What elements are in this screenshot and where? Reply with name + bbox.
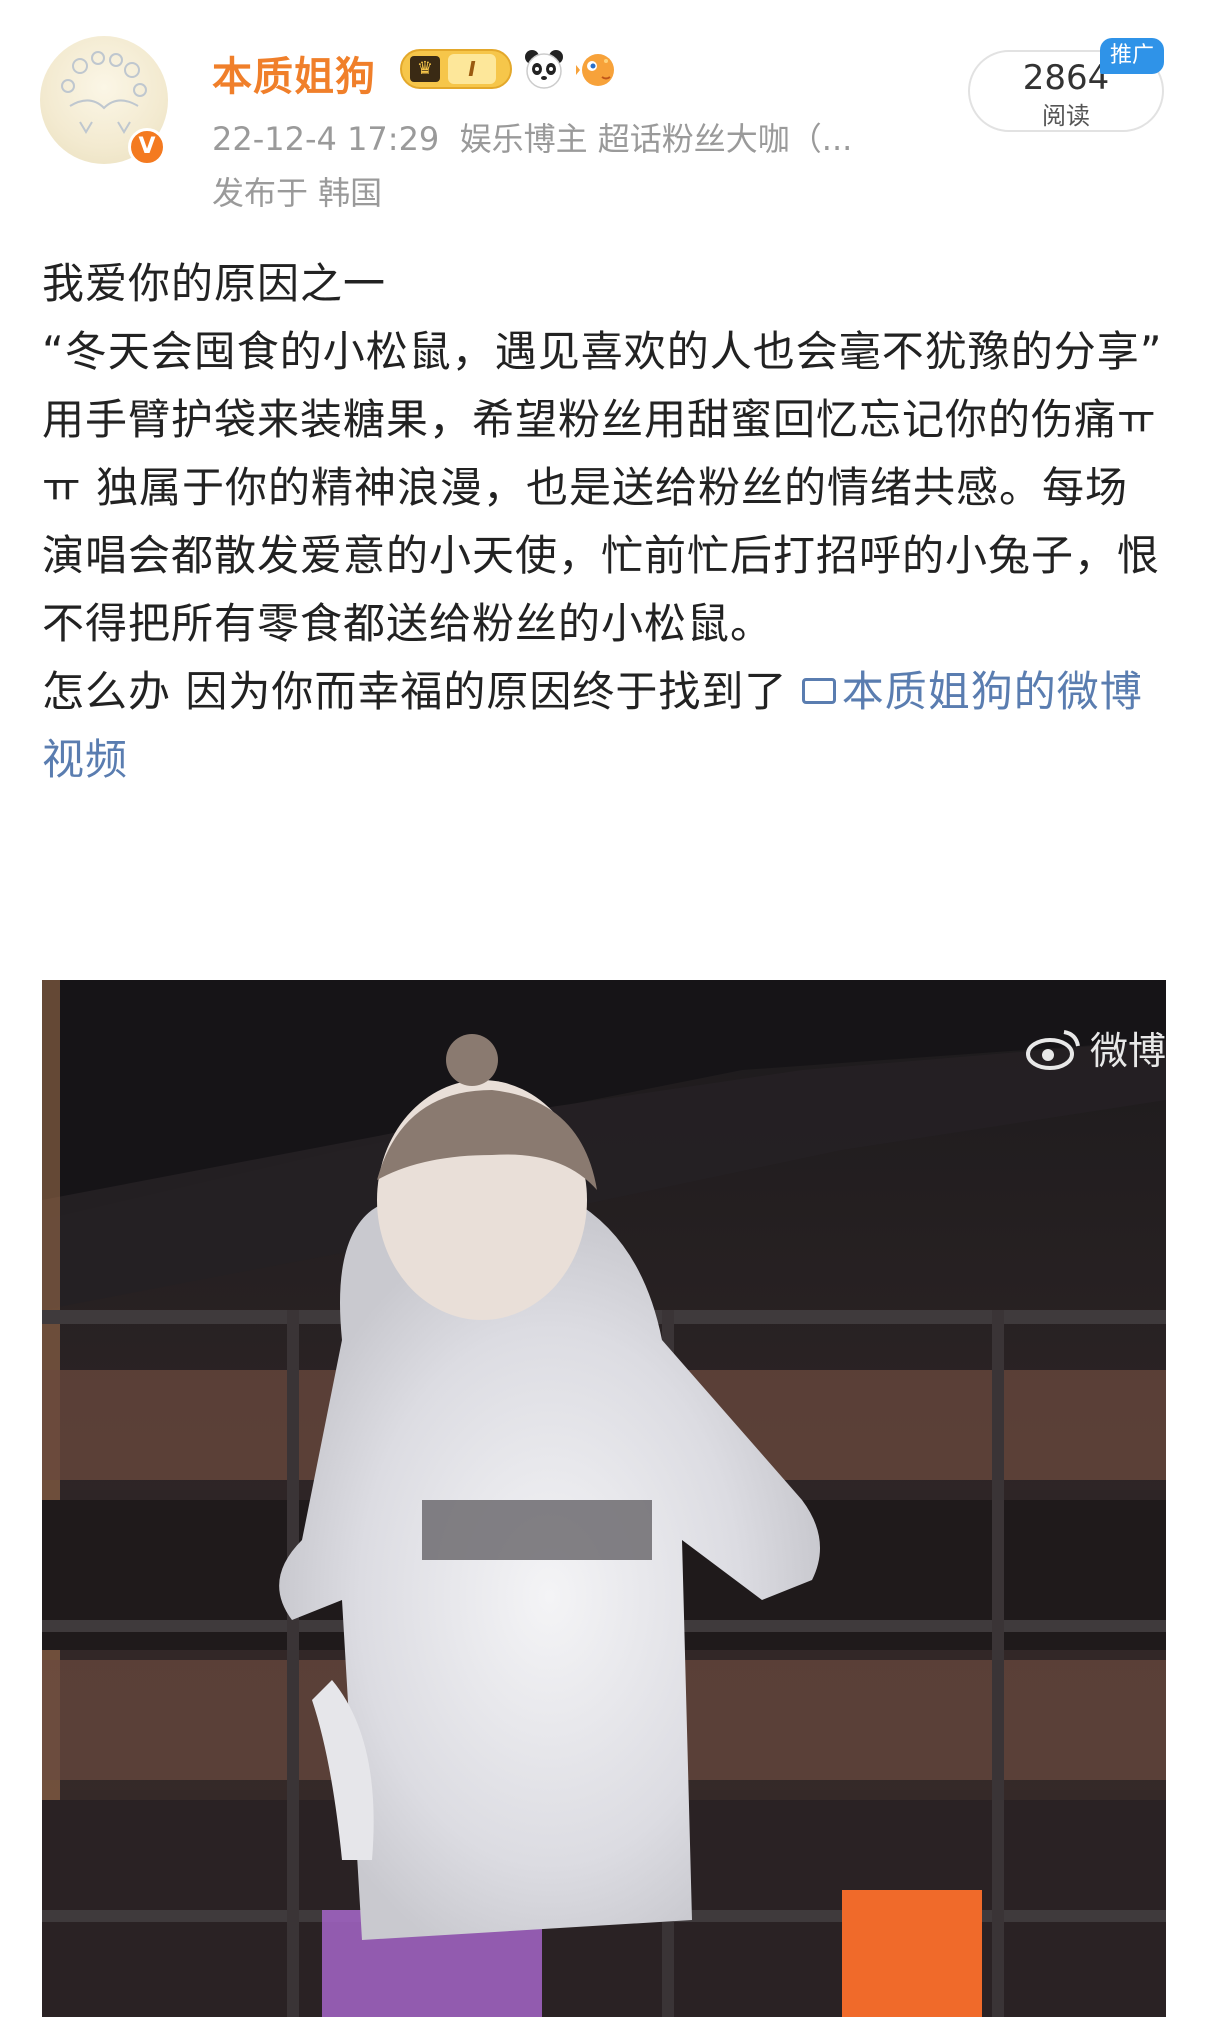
post-text-line: 我爱你的原因之一 xyxy=(42,259,387,308)
read-label: 阅读 xyxy=(1042,102,1090,130)
vip-level-text: I xyxy=(448,54,496,84)
watermark-text: 微博 xyxy=(1089,1029,1166,1073)
promote-button[interactable]: 推广 xyxy=(1100,38,1164,74)
post-text-body: 用手臂护袋来装糖果，希望粉丝用甜蜜回忆忘记你的伤痛ㅠㅠ 独属于你的精神浪漫，也是… xyxy=(42,395,1161,648)
weibo-watermark: 微博 xyxy=(1025,1020,1166,1075)
author-role: 娱乐博主 超话粉丝大咖（... xyxy=(459,120,853,158)
post-text-last: 怎么办 因为你而幸福的原因终于找到了 本质姐狗的微博视频 xyxy=(42,658,1166,794)
post-text-last-prefix: 怎么办 因为你而幸福的原因终于找到了 xyxy=(42,667,802,716)
author-name[interactable]: 本质姐狗 xyxy=(212,44,376,102)
author-badges: ♛ I xyxy=(400,46,620,92)
post-location: 发布于 韩国 xyxy=(212,174,383,212)
post-meta: 22-12-4 17:29 娱乐博主 超话粉丝大咖（... xyxy=(212,114,852,160)
post-header: V 本质姐狗 ♛ I 22-12-4 17:29 娱乐博主 超话粉丝大咖（...… xyxy=(0,0,1206,220)
puffer-fish-icon[interactable] xyxy=(576,47,620,91)
video-camera-icon xyxy=(801,677,836,704)
weibo-logo-icon xyxy=(1025,1029,1080,1070)
vip-crown-icon: ♛ xyxy=(410,56,440,82)
video-frame-image xyxy=(42,980,1166,2017)
verified-badge-icon: V xyxy=(128,128,166,166)
post-content: 我爱你的原因之一 “冬天会囤食的小松鼠，遇见喜欢的人也会毫不犹豫的分享” 用手臂… xyxy=(42,250,1166,794)
video-player[interactable]: 微博 xyxy=(42,980,1166,2017)
post-text-quote: “冬天会囤食的小松鼠，遇见喜欢的人也会毫不犹豫的分享” xyxy=(42,327,1163,376)
panda-icon[interactable] xyxy=(522,47,566,91)
post-time[interactable]: 22-12-4 17:29 xyxy=(212,120,439,158)
vip-level-badge[interactable]: ♛ I xyxy=(400,49,512,89)
